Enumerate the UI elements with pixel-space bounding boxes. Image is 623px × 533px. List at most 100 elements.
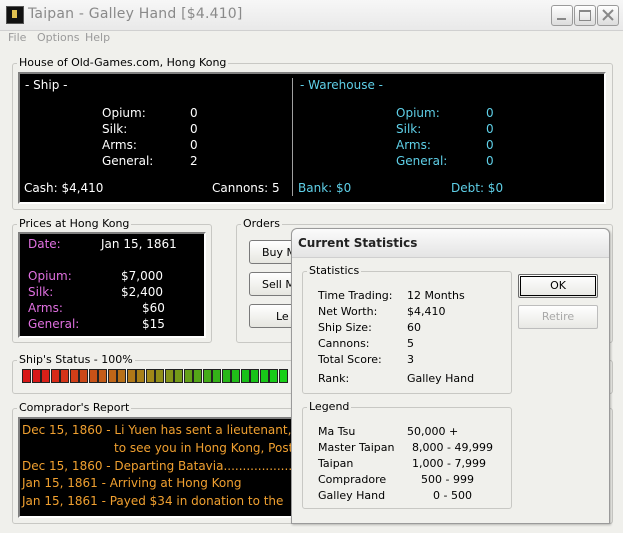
retire-button[interactable]: Retire [518,305,598,329]
statistics-label: Statistics [307,264,362,277]
ship-opium-label: Opium: [102,106,146,120]
price-arms-label: Arms: [28,301,63,315]
legend-mastertaipan-label: Master Taipan [318,441,395,454]
status-segment [250,369,259,383]
ship-cannons: Cannons: 5 [212,181,280,195]
legend-compradore-label: Compradore [318,473,387,486]
ship-arms-value: 0 [190,138,198,152]
ship-silk-value: 0 [190,122,198,136]
ship-general-value: 2 [190,154,198,168]
stat-time-label: Time Trading: [318,289,393,302]
legend-mastertaipan-value: 8,000 - 49,999 [412,441,493,454]
status-segment [202,369,212,383]
status-segment [60,369,69,383]
close-button[interactable] [597,5,619,26]
app-icon[interactable] [6,6,24,24]
ship-header: - Ship - [25,78,68,92]
report-line-5: Jan 15, 1861 - Payed $34 in donation to … [22,494,284,508]
ship-general-label: General: [102,154,154,168]
status-segment [41,369,50,383]
ship-opium-value: 0 [190,106,198,120]
report-line-2: to see you in Hong Kong, Post [114,441,294,455]
status-segment [50,369,60,383]
price-date-label: Date: [28,237,61,251]
legend-taipan-label: Taipan [318,457,354,470]
warehouse-arms-label: Arms: [396,138,431,152]
window-title: Taipan - Galley Hand [$4.410] [28,6,243,22]
warehouse-opium-value: 0 [486,106,494,120]
warehouse-arms-value: 0 [486,138,494,152]
stat-shipsize-value: 60 [407,321,421,334]
stat-rank-value: Galley Hand [407,372,475,385]
report-line-1: Dec 15, 1860 - Li Yuen has sent a lieute… [22,423,292,437]
stat-shipsize-label: Ship Size: [318,321,372,334]
ship-arms-label: Arms: [102,138,137,152]
status-segment [174,369,183,383]
menu-options[interactable]: Options [37,31,79,44]
status-segment [240,369,250,383]
status-segment [193,369,202,383]
legend-compradore-value: 500 - 999 [421,473,474,486]
status-segment [126,369,136,383]
status-segment [221,369,231,383]
status-segment [22,369,31,383]
legend-galleyhand-label: Galley Hand [318,489,386,502]
status-segment [88,369,98,383]
menu-bar: File Options Help [0,30,623,48]
warehouse-general-value: 0 [486,154,494,168]
price-opium-label: Opium: [28,269,72,283]
ok-button[interactable]: OK [518,274,598,298]
status-segment [145,369,155,383]
price-silk-label: Silk: [28,285,54,299]
ship-warehouse-divider [292,78,293,196]
warehouse-opium-label: Opium: [396,106,440,120]
ship-silk-label: Silk: [102,122,128,136]
status-label: Ship's Status - 100% [17,353,135,366]
warehouse-debt: Debt: $0 [451,181,504,195]
status-segment [136,369,145,383]
statistics-dialog: Current Statistics Statistics Time Tradi… [291,228,610,524]
stat-score-value: 3 [407,353,414,366]
stat-cannons-value: 5 [407,337,414,350]
warehouse-header: - Warehouse - [300,78,383,92]
house-label: House of Old-Games.com, Hong Kong [17,56,229,69]
price-general-label: General: [28,317,80,331]
stat-networth-value: $4,410 [407,305,446,318]
report-line-4: Jan 15, 1861 - Arriving at Hong Kong [22,476,242,490]
status-segment [183,369,193,383]
stat-cannons-label: Cannons: [318,337,370,350]
status-segment [278,369,288,383]
status-segment [107,369,117,383]
maximize-button[interactable] [574,5,596,26]
legend-matsu-value: 50,000 + [407,425,459,438]
legend-matsu-label: Ma Tsu [318,425,356,438]
title-bar: Taipan - Galley Hand [$4.410] [0,0,623,31]
warehouse-bank: Bank: $0 [298,181,352,195]
status-segment [69,369,79,383]
menu-file[interactable]: File [8,31,26,44]
legend-galleyhand-value: 0 - 500 [433,489,472,502]
menu-help[interactable]: Help [85,31,110,44]
minimize-button[interactable] [551,5,573,26]
status-segment [31,369,41,383]
ship-cash: Cash: $4,410 [24,181,104,195]
dialog-title-bar[interactable]: Current Statistics [292,229,609,258]
status-segment [212,369,221,383]
warehouse-silk-label: Silk: [396,122,422,136]
stat-time-value: 12 Months [407,289,465,302]
warehouse-general-label: General: [396,154,448,168]
price-opium-value: $7,000 [121,269,163,283]
status-segment [259,369,269,383]
price-date-value: Jan 15, 1861 [101,237,177,251]
legend-label: Legend [307,400,352,413]
status-segment [231,369,240,383]
price-general-value: $15 [142,317,165,331]
status-segment [79,369,88,383]
legend-taipan-value: 1,000 - 7,999 [412,457,486,470]
price-silk-value: $2,400 [121,285,163,299]
report-line-3: Dec 15, 1860 - Departing Batavia........… [22,459,319,473]
stat-networth-label: Net Worth: [318,305,378,318]
status-segment [98,369,107,383]
status-segment [117,369,126,383]
warehouse-silk-value: 0 [486,122,494,136]
